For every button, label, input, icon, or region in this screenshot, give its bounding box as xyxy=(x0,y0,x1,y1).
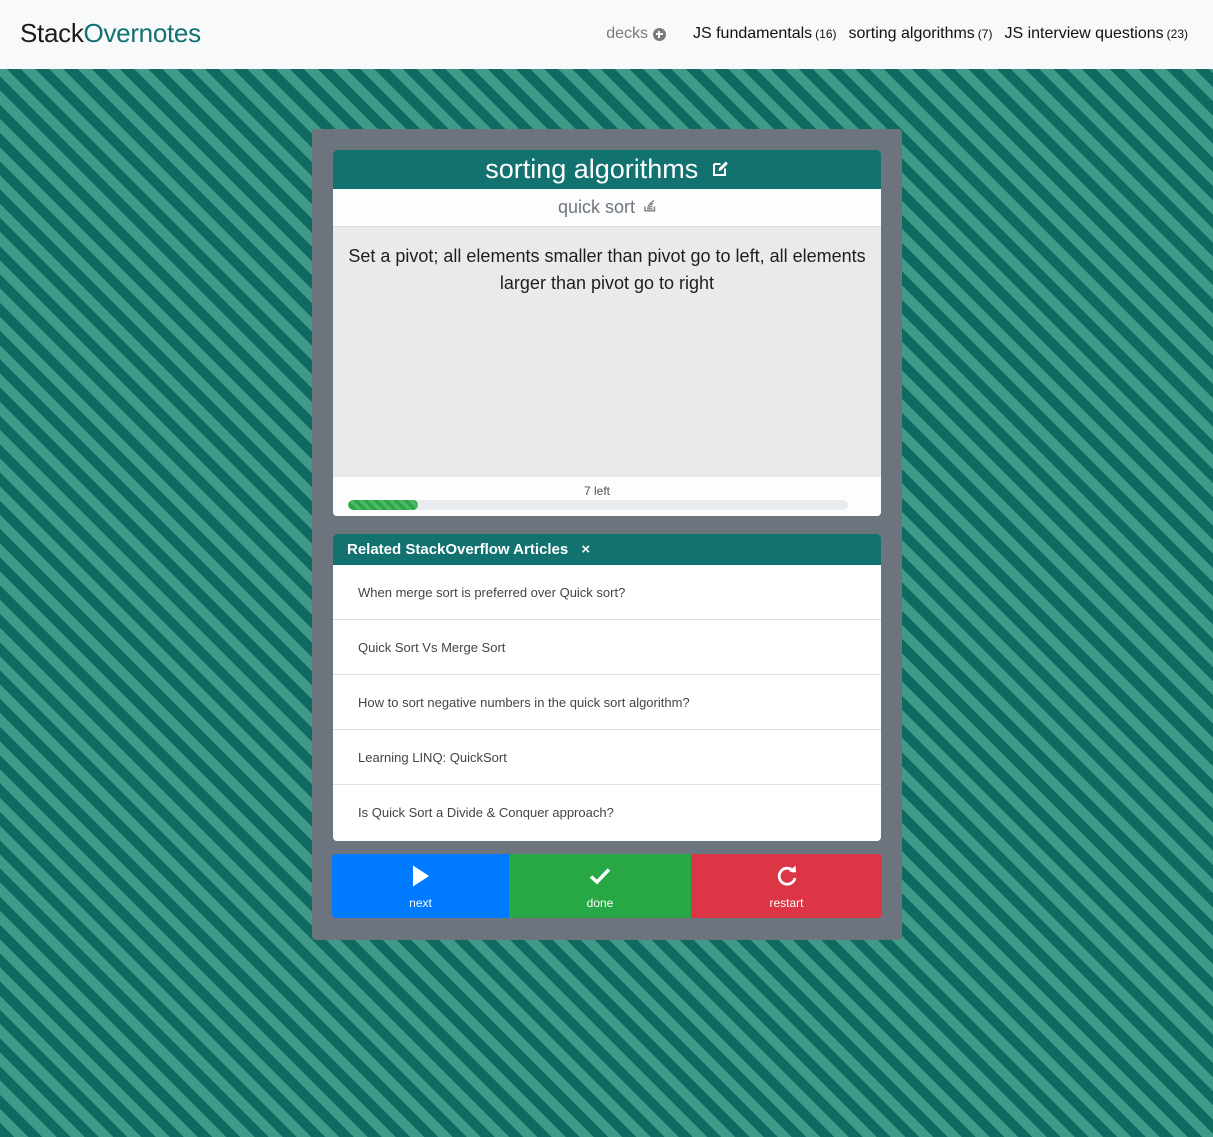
related-articles-panel: Related StackOverflow Articles × When me… xyxy=(333,534,881,841)
restart-button[interactable]: restart xyxy=(691,854,882,918)
close-icon[interactable]: × xyxy=(581,534,590,565)
redo-icon xyxy=(777,865,796,886)
related-article-link[interactable]: When merge sort is preferred over Quick … xyxy=(333,565,881,620)
decks-menu[interactable]: decks xyxy=(606,25,666,43)
deck-title-bar: sorting algorithms xyxy=(333,150,881,189)
plus-circle-icon[interactable] xyxy=(652,27,666,41)
study-panel: sorting algorithms quick sort Set a pivo… xyxy=(312,129,902,940)
navbar: StackOvernotes decks JS fundamentals (16)… xyxy=(0,0,1213,69)
nav-deck-count: (16) xyxy=(815,27,837,41)
decks-label: decks xyxy=(606,25,648,42)
related-article-link[interactable]: Quick Sort Vs Merge Sort xyxy=(333,620,881,675)
brand-part-overnotes: Overnotes xyxy=(83,18,202,48)
edit-icon[interactable] xyxy=(712,150,729,188)
nav-deck-sorting-algorithms[interactable]: sorting algorithms (7) xyxy=(849,25,993,43)
next-button[interactable]: next xyxy=(332,854,509,918)
action-buttons: next done restart xyxy=(332,854,882,918)
done-button-label: done xyxy=(586,896,614,910)
nav-deck-count: (7) xyxy=(977,27,993,41)
nav-deck-js-fundamentals[interactable]: JS fundamentals (16) xyxy=(693,25,837,43)
progress-fill xyxy=(348,500,418,510)
flashcard[interactable]: sorting algorithms quick sort Set a pivo… xyxy=(333,150,881,516)
next-button-label: next xyxy=(409,896,432,910)
deck-title: sorting algorithms xyxy=(485,154,699,184)
brand-part-stack: Stack xyxy=(20,18,84,48)
related-article-link[interactable]: How to sort negative numbers in the quic… xyxy=(333,675,881,730)
brand-logo[interactable]: StackOvernotes xyxy=(20,17,201,49)
nav-deck-label: JS fundamentals xyxy=(692,25,813,42)
card-footer: 7 left xyxy=(333,477,881,516)
stackoverflow-icon[interactable] xyxy=(644,188,656,225)
related-article-link[interactable]: Is Quick Sort a Divide & Conquer approac… xyxy=(333,785,881,840)
card-answer: Set a pivot; all elements smaller than p… xyxy=(333,227,881,477)
related-articles-title: Related StackOverflow Articles xyxy=(347,541,569,558)
card-title: quick sort xyxy=(557,197,635,217)
card-title-bar: quick sort xyxy=(333,189,881,227)
related-article-link[interactable]: Learning LINQ: QuickSort xyxy=(333,730,881,785)
check-icon xyxy=(589,868,611,885)
related-articles-header: Related StackOverflow Articles × xyxy=(333,534,881,565)
nav-deck-label: JS interview questions xyxy=(1004,25,1164,42)
nav-deck-count: (23) xyxy=(1166,27,1188,41)
nav-deck-js-interview-questions[interactable]: JS interview questions (23) xyxy=(1004,25,1188,43)
done-button[interactable]: done xyxy=(509,854,691,918)
progress-bar xyxy=(348,500,848,510)
nav-items: decks JS fundamentals (16) sorting algori… xyxy=(606,22,1188,46)
nav-deck-label: sorting algorithms xyxy=(848,25,975,42)
play-icon xyxy=(412,865,429,887)
restart-button-label: restart xyxy=(769,896,804,910)
cards-left-count: 7 left xyxy=(583,484,610,498)
